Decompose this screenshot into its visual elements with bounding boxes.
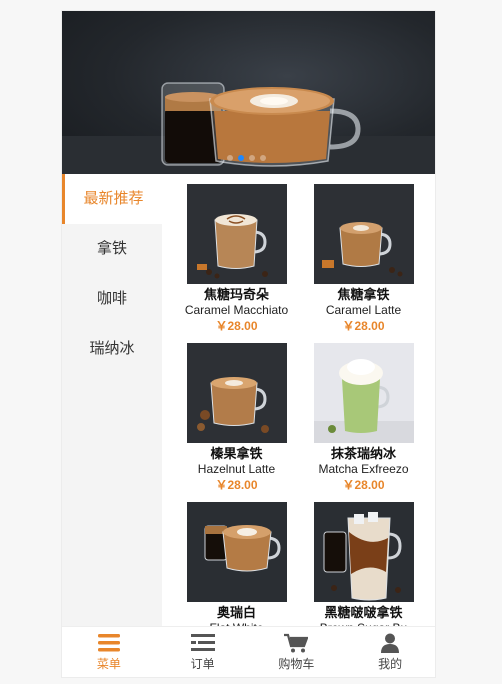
category-sidebar: 最新推荐 拿铁 咖啡 瑞纳冰 <box>62 174 162 629</box>
product-card-flat-white[interactable]: 奥瑞白 Flat White <box>173 502 300 629</box>
product-card-caramel-macchiato[interactable]: 焦糖玛奇朵 Caramel Macchiato ￥28.00 <box>173 184 300 334</box>
category-latest[interactable]: 最新推荐 <box>62 174 162 224</box>
tab-cart-label: 购物车 <box>278 657 315 671</box>
product-grid: 焦糖玛奇朵 Caramel Macchiato ￥28.00 焦糖拿铁 Cara… <box>162 174 435 629</box>
category-exfreezo[interactable]: 瑞纳冰 <box>62 324 162 374</box>
product-name: 焦糖拿铁 <box>337 287 390 302</box>
tab-cart[interactable]: 购物车 <box>250 627 344 677</box>
product-card-caramel-latte[interactable]: 焦糖拿铁 Caramel Latte ￥28.00 <box>300 184 427 334</box>
tab-orders[interactable]: 订单 <box>156 627 250 677</box>
product-price: ￥28.00 <box>215 319 258 333</box>
tab-profile-label: 我的 <box>378 657 403 671</box>
product-price: ￥28.00 <box>342 478 385 492</box>
hazelnut-latte-image <box>186 343 287 443</box>
promo-banner[interactable] <box>62 11 435 174</box>
product-price: ￥28.00 <box>215 478 258 492</box>
carousel-dot[interactable] <box>260 155 266 161</box>
product-name: 黑糖啵啵拿铁 <box>324 605 403 620</box>
product-english-name: Caramel Latte <box>325 303 402 317</box>
product-name: 榛果拿铁 <box>210 446 263 461</box>
caramel-latte-image <box>313 184 414 284</box>
product-english-name: Matcha Exfreezo <box>318 462 409 476</box>
app-screen: 最新推荐 拿铁 咖啡 瑞纳冰 焦糖玛奇朵 Caramel Macchiato ￥… <box>61 10 436 678</box>
product-name: 抹茶瑞纳冰 <box>330 446 396 461</box>
tab-menu-label: 菜单 <box>96 657 121 671</box>
flat-white-image <box>186 502 287 602</box>
product-card-hazelnut-latte[interactable]: 榛果拿铁 Hazelnut Latte ￥28.00 <box>173 343 300 493</box>
product-english-name: Hazelnut Latte <box>197 462 276 476</box>
order-list-icon <box>190 634 215 651</box>
menu-icon <box>97 634 120 652</box>
product-price: ￥28.00 <box>342 319 385 333</box>
product-card-brown-sugar-boba-latte[interactable]: 黑糖啵啵拿铁 Brown Sugar Bu <box>300 502 427 629</box>
coffee-banner-image <box>62 82 435 174</box>
product-name: 焦糖玛奇朵 <box>203 287 269 302</box>
caramel-macchiato-image <box>186 184 287 284</box>
category-latte[interactable]: 拿铁 <box>62 224 162 274</box>
user-icon <box>381 633 400 653</box>
product-name: 奥瑞白 <box>216 605 256 620</box>
carousel-dots[interactable] <box>227 155 266 161</box>
tab-orders-label: 订单 <box>190 657 215 671</box>
cart-icon <box>284 633 309 653</box>
category-coffee[interactable]: 咖啡 <box>62 274 162 324</box>
carousel-dot-active[interactable] <box>238 155 244 161</box>
carousel-dot[interactable] <box>227 155 233 161</box>
bottom-tab-bar: 菜单 订单 购物车 我的 <box>62 626 435 677</box>
matcha-exfreezo-image <box>313 343 414 443</box>
carousel-dot[interactable] <box>249 155 255 161</box>
product-english-name: Caramel Macchiato <box>184 303 289 317</box>
tab-menu[interactable]: 菜单 <box>62 627 156 677</box>
tab-profile[interactable]: 我的 <box>343 627 435 677</box>
product-card-matcha-exfreezo[interactable]: 抹茶瑞纳冰 Matcha Exfreezo ￥28.00 <box>300 343 427 493</box>
brown-sugar-boba-latte-image <box>313 502 414 602</box>
